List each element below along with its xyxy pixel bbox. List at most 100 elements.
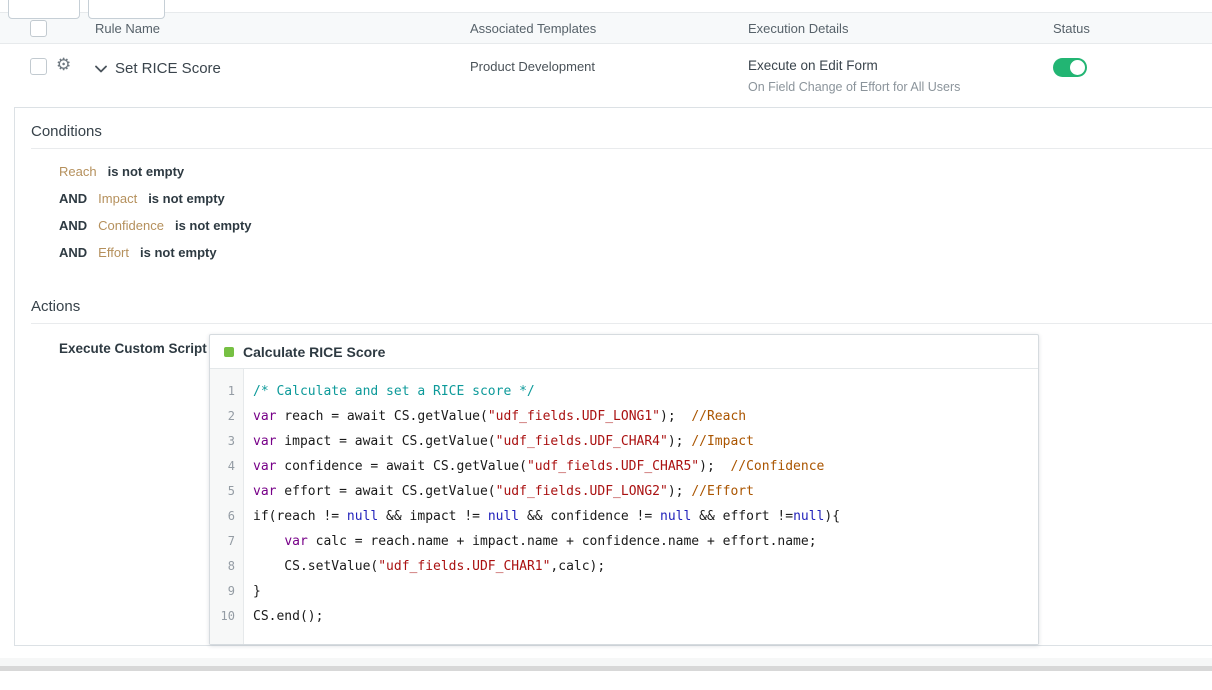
condition-row: AND Impact is not empty bbox=[59, 185, 1212, 212]
line-number: 7 bbox=[227, 534, 235, 548]
condition-field: Reach bbox=[59, 164, 97, 179]
code-token: impact = await CS.getValue( bbox=[276, 434, 496, 449]
code-token: /* Calculate and set a RICE score */ bbox=[253, 384, 535, 399]
condition-operator: AND bbox=[59, 218, 88, 233]
code-token: ,calc); bbox=[550, 559, 606, 574]
line-number: 6 bbox=[227, 509, 235, 523]
code-line: 7 var calc = reach.name + impact.name + … bbox=[210, 529, 1038, 554]
rule-detail-panel: Conditions Reach is not empty AND Impact… bbox=[14, 107, 1212, 646]
code-token: //Effort bbox=[691, 484, 754, 499]
code-text: var impact = await CS.getValue("udf_fiel… bbox=[244, 429, 754, 454]
select-all-checkbox[interactable] bbox=[30, 20, 47, 37]
code-line: 5 var effort = await CS.getValue("udf_fie… bbox=[210, 479, 1038, 504]
code-token: } bbox=[253, 584, 261, 599]
code-token: if(reach != bbox=[253, 509, 347, 524]
code-token: var bbox=[253, 409, 277, 424]
code-line: 9} bbox=[210, 579, 1038, 604]
code-token: effort = await CS.getValue( bbox=[276, 484, 496, 499]
toolbar bbox=[8, 0, 165, 19]
code-token: calc = reach.name + impact.name + confid… bbox=[307, 534, 817, 549]
code-token: var bbox=[253, 484, 277, 499]
row-checkbox[interactable] bbox=[30, 58, 47, 75]
code-token: null bbox=[487, 509, 520, 524]
partial-toolbar-button-2[interactable] bbox=[88, 0, 165, 19]
chevron-down-icon[interactable] bbox=[95, 60, 107, 78]
code-text: } bbox=[244, 579, 261, 604]
code-token: CS.end(); bbox=[253, 609, 324, 624]
action-row: Execute Custom Script Calculate RICE Sco… bbox=[59, 334, 1197, 645]
condition-field: Impact bbox=[98, 191, 138, 206]
custom-script-card: Calculate RICE Score 1 /* Calculate and s… bbox=[209, 334, 1039, 645]
condition-predicate: is not empty bbox=[107, 164, 185, 179]
associated-template: Product Development bbox=[470, 59, 596, 74]
code-token: var bbox=[253, 459, 277, 474]
code-token: "udf_fields.UDF_LONG2" bbox=[495, 484, 668, 499]
code-token: //Confidence bbox=[730, 459, 825, 474]
condition-row: Reach is not empty bbox=[59, 158, 1212, 185]
gear-icon[interactable]: ⚙ bbox=[56, 55, 71, 75]
condition-row: AND Effort is not empty bbox=[59, 239, 1212, 266]
column-header-status: Status bbox=[1053, 21, 1090, 36]
code-token: null bbox=[660, 509, 692, 524]
condition-predicate: is not empty bbox=[140, 245, 217, 260]
code-token: "udf_fields.UDF_CHAR4" bbox=[495, 434, 668, 449]
code-line: 2 var reach = await CS.getValue("udf_fiel… bbox=[210, 404, 1038, 429]
code-token: ); bbox=[660, 409, 692, 424]
action-type-label: Execute Custom Script bbox=[59, 341, 207, 356]
code-text: CS.end(); bbox=[244, 604, 323, 629]
condition-row: AND Confidence is not empty bbox=[59, 212, 1212, 239]
code-token: "udf_fields.UDF_CHAR1" bbox=[378, 559, 551, 574]
code-token: "udf_fields.UDF_CHAR5" bbox=[526, 459, 700, 474]
line-number: 8 bbox=[227, 559, 235, 573]
actions-section-title: Actions bbox=[31, 298, 81, 315]
code-line: 6 if(reach != null && impact != null && c… bbox=[210, 504, 1038, 529]
execution-subtitle: On Field Change of Effort for All Users bbox=[748, 80, 961, 94]
condition-predicate: is not empty bbox=[174, 218, 252, 233]
code-token: reach = await CS.getValue( bbox=[276, 409, 488, 424]
code-token: null bbox=[346, 509, 379, 524]
column-header-associated-templates: Associated Templates bbox=[470, 21, 597, 36]
code-text: var calc = reach.name + impact.name + co… bbox=[244, 529, 817, 554]
code-text: /* Calculate and set a RICE score */ bbox=[244, 379, 535, 404]
code-text: var reach = await CS.getValue("udf_field… bbox=[244, 404, 746, 429]
code-line: 3 var impact = await CS.getValue("udf_fie… bbox=[210, 429, 1038, 454]
execution-title: Execute on Edit Form bbox=[748, 58, 878, 73]
condition-field: Effort bbox=[98, 245, 130, 260]
line-number: 2 bbox=[227, 409, 235, 423]
condition-operator: AND bbox=[59, 245, 88, 260]
condition-operator: AND bbox=[59, 191, 88, 206]
code-token: confidence = await CS.getValue( bbox=[276, 459, 527, 474]
bottom-separator-dark bbox=[0, 666, 1212, 671]
condition-predicate: is not empty bbox=[148, 191, 225, 206]
code-token: ){ bbox=[824, 509, 841, 524]
toggle-knob bbox=[1070, 60, 1085, 75]
code-text: var confidence = await CS.getValue("udf_… bbox=[244, 454, 824, 479]
code-token: ); bbox=[699, 459, 731, 474]
code-lines: 1 /* Calculate and set a RICE score */ 2 va… bbox=[210, 379, 1038, 629]
table-row: ⚙ Set RICE Score Product Development Exe… bbox=[0, 44, 1212, 101]
code-token: //Reach bbox=[691, 409, 747, 424]
execution-details: Execute on Edit Form On Field Change of … bbox=[748, 44, 1048, 94]
line-number: 4 bbox=[227, 459, 235, 473]
line-number: 3 bbox=[227, 434, 235, 448]
code-token: //Impact bbox=[691, 434, 754, 449]
code-token: CS.setValue( bbox=[253, 559, 379, 574]
column-header-execution-details: Execution Details bbox=[748, 21, 849, 36]
partial-toolbar-button-1[interactable] bbox=[8, 0, 80, 19]
code-line: 1 /* Calculate and set a RICE score */ bbox=[210, 379, 1038, 404]
actions-divider bbox=[31, 323, 1212, 324]
code-text: var effort = await CS.getValue("udf_fiel… bbox=[244, 479, 754, 504]
status-toggle[interactable] bbox=[1053, 58, 1087, 77]
line-number: 5 bbox=[227, 484, 235, 498]
bottom-separator-light bbox=[0, 658, 1212, 666]
code-token: var bbox=[253, 434, 277, 449]
code-line: 10 CS.end(); bbox=[210, 604, 1038, 629]
code-token: "udf_fields.UDF_LONG1" bbox=[487, 409, 660, 424]
rule-name[interactable]: Set RICE Score bbox=[115, 60, 221, 77]
code-token: null bbox=[793, 509, 825, 524]
code-text: if(reach != null && impact != null && co… bbox=[244, 504, 840, 529]
code-token: && effort != bbox=[691, 509, 794, 524]
line-number: 1 bbox=[227, 384, 235, 398]
script-card-header: Calculate RICE Score bbox=[210, 335, 1038, 369]
